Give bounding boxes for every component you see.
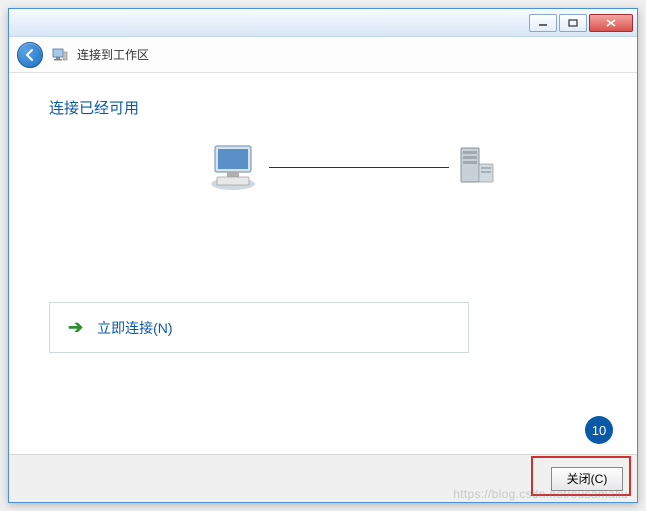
close-button[interactable]: 关闭(C) (551, 467, 623, 491)
header: 连接到工作区 (9, 37, 637, 73)
minimize-button[interactable] (529, 14, 557, 32)
close-icon (605, 19, 617, 27)
connect-now-option[interactable]: ➔ 立即连接(N) (49, 302, 469, 353)
window-close-button[interactable] (589, 14, 633, 32)
minimize-icon (538, 19, 548, 27)
back-button[interactable] (17, 42, 43, 68)
content-area: 连接已经可用 ➔ 立即连接(N) (9, 73, 637, 453)
back-arrow-icon (23, 48, 37, 62)
connect-now-label: 立即连接(N) (97, 318, 172, 338)
header-title: 连接到工作区 (77, 46, 149, 63)
footer: 关闭(C) (9, 454, 637, 502)
connection-line (269, 167, 449, 168)
computer-icon (207, 142, 263, 192)
page-heading: 连接已经可用 (49, 97, 597, 118)
workspace-icon (51, 46, 69, 64)
arrow-right-icon: ➔ (68, 317, 83, 338)
maximize-button[interactable] (559, 14, 587, 32)
step-badge: 10 (585, 416, 613, 444)
titlebar (9, 9, 637, 37)
maximize-icon (568, 19, 578, 27)
connection-diagram (49, 142, 597, 192)
server-icon (455, 144, 499, 190)
wizard-window: 连接到工作区 连接已经可用 ➔ 立 (8, 8, 638, 503)
